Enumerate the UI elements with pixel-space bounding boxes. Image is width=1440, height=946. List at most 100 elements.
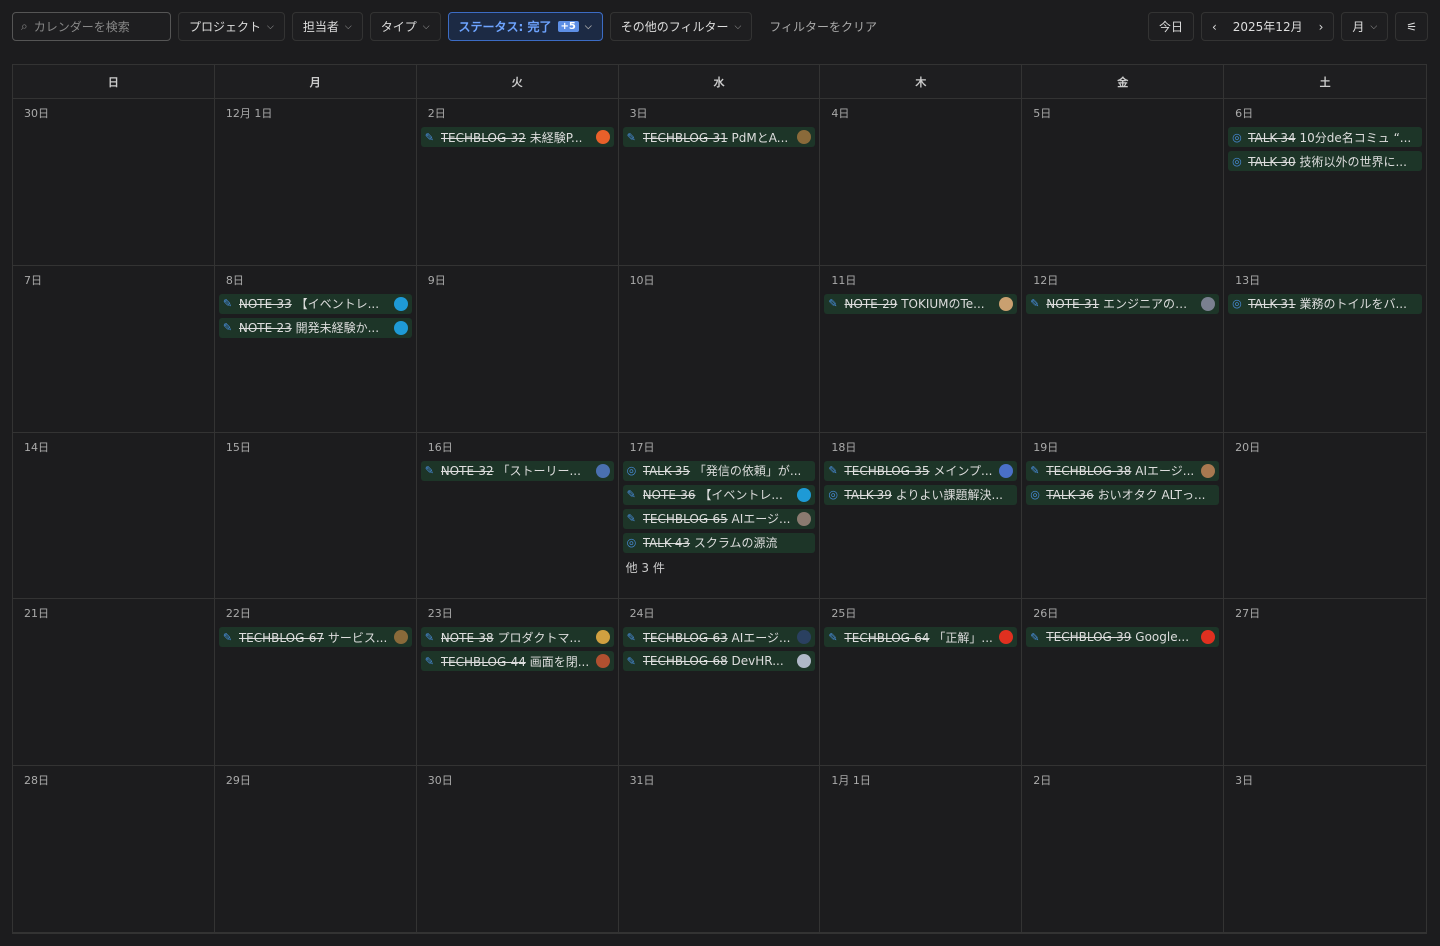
event-title: 「発信の依頼」が... xyxy=(693,464,802,479)
avatar xyxy=(797,654,812,669)
event-item[interactable]: ◎ TALK-35 「発信の依頼」が... xyxy=(622,460,816,481)
event-item[interactable]: ✎ TECHBLOG-64 「正解」... xyxy=(824,627,1018,648)
day-cell[interactable]: 23日 ✎ NOTE-38 プロダクトマ... ✎ TECHBLOG-44 画面を閉..… xyxy=(416,599,619,767)
day-cell[interactable]: 31日 xyxy=(618,766,821,933)
day-cell[interactable]: 5日 xyxy=(1022,99,1225,266)
day-cell[interactable]: 30日 xyxy=(416,766,619,933)
event-text: TALK-36 おいオタク ALTっ... xyxy=(1046,486,1215,503)
event-item[interactable]: ✎ NOTE-33 【イベントレ... xyxy=(218,293,412,314)
event-item[interactable]: ◎ TALK-39 よりよい課題解決... xyxy=(824,484,1018,505)
more-events-link[interactable]: 他 3 件 xyxy=(623,553,816,576)
day-cell[interactable]: 7日 xyxy=(13,265,215,433)
day-cell[interactable]: 6日 ◎ TALK-34 10分de名コミュ “... ◎ TALK-30 技術以外の世… xyxy=(1224,99,1426,266)
settings-button[interactable]: ⚟ xyxy=(1395,12,1428,41)
day-cell[interactable]: 17日 ◎ TALK-35 「発信の依頼」が... ✎ NOTE-36 【イベントレ..… xyxy=(618,432,821,600)
event-item[interactable]: ✎ NOTE-38 プロダクトマ... xyxy=(420,627,614,648)
event-text: TECHBLOG-38 AIエージ... xyxy=(1046,462,1197,479)
event-text: NOTE-38 プロダクトマ... xyxy=(441,629,592,646)
type-filter[interactable]: タイプ ⌵ xyxy=(369,12,441,41)
search-input[interactable]: ⌕ カレンダーを検索 xyxy=(12,12,171,41)
event-item[interactable]: ✎ TECHBLOG-68 DevHR... xyxy=(622,651,816,672)
event-item[interactable]: ✎ NOTE-29 TOKIUMのTe... xyxy=(824,293,1018,314)
day-label: 11日 xyxy=(831,273,857,287)
day-cell[interactable]: 24日 ✎ TECHBLOG-63 AIエージ... ✎ TECHBLOG-68 Dev… xyxy=(618,599,821,767)
day-cell[interactable]: 21日 xyxy=(13,599,215,767)
other-filters[interactable]: その他のフィルター ⌵ xyxy=(609,12,753,41)
pen-icon: ✎ xyxy=(626,512,636,526)
event-item[interactable]: ✎ TECHBLOG-31 PdMとA... xyxy=(622,127,816,147)
event-item[interactable]: ◎ TALK-43 スクラムの源流 xyxy=(622,532,816,553)
event-item[interactable]: ◎ TALK-31 業務のトイルをバ... xyxy=(1228,293,1422,314)
day-label: 21日 xyxy=(24,607,49,621)
event-item[interactable]: ◎ TALK-34 10分de名コミュ “... xyxy=(1228,127,1422,147)
day-cell[interactable]: 18日 ✎ TECHBLOG-35 メインプ... ◎ TALK-39 よりよい課題解決… xyxy=(820,432,1023,600)
today-button[interactable]: 今日 xyxy=(1147,12,1194,41)
day-cell[interactable]: 28日 xyxy=(13,766,215,933)
day-label: 17日 xyxy=(629,440,655,454)
event-item[interactable]: ✎ TECHBLOG-44 画面を閉... xyxy=(420,651,614,672)
view-selector[interactable]: 月 ⌵ xyxy=(1341,12,1389,41)
day-cell[interactable]: 3日 xyxy=(1224,766,1426,933)
day-cell[interactable]: 13日 ◎ TALK-31 業務のトイルをバ... xyxy=(1224,266,1426,433)
avatar xyxy=(999,630,1014,645)
day-cell[interactable]: 2日 xyxy=(1022,766,1225,933)
day-cell[interactable]: 10日 xyxy=(618,265,821,433)
day-cell[interactable]: 27日 xyxy=(1224,599,1426,767)
event-item[interactable]: ✎ TECHBLOG-65 AIエージ... xyxy=(622,508,816,529)
pen-icon: ✎ xyxy=(828,297,838,311)
event-item[interactable]: ✎ TECHBLOG-35 メインプ... xyxy=(824,460,1018,481)
day-cell[interactable]: 3日 ✎ TECHBLOG-31 PdMとA... xyxy=(618,99,821,266)
event-item[interactable]: ✎ TECHBLOG-67 サービス... xyxy=(218,627,412,648)
event-item[interactable]: ✎ TECHBLOG-63 AIエージ... xyxy=(622,627,816,648)
day-cell[interactable]: 11日 ✎ NOTE-29 TOKIUMのTe... xyxy=(820,265,1023,433)
event-item[interactable]: ✎ TECHBLOG-39 Google... xyxy=(1026,627,1220,648)
event-item[interactable]: ◎ TALK-30 技術以外の世界に... xyxy=(1228,151,1422,171)
day-cell[interactable]: 30日 xyxy=(13,99,215,266)
next-month-icon[interactable]: › xyxy=(1319,20,1324,34)
day-cell[interactable]: 20日 xyxy=(1224,433,1426,600)
weekday-header: 金 xyxy=(1022,65,1225,99)
day-cell[interactable]: 29日 xyxy=(214,766,417,933)
talk-icon: ◎ xyxy=(1232,297,1242,311)
event-item[interactable]: ✎ NOTE-32 「ストーリー... xyxy=(420,460,614,481)
day-cell[interactable]: 19日 ✎ TECHBLOG-38 AIエージ... ◎ TALK-36 おいオタク A… xyxy=(1022,432,1225,600)
day-cell[interactable]: 8日 ✎ NOTE-33 【イベントレ... ✎ NOTE-23 開発未経験か... xyxy=(214,265,417,433)
event-text: TECHBLOG-44 画面を閉... xyxy=(441,653,592,670)
avatar xyxy=(1201,630,1216,645)
event-title: よりよい課題解決... xyxy=(895,488,1003,503)
event-item[interactable]: ✎ NOTE-31 エンジニアの評... xyxy=(1026,293,1220,314)
day-cell[interactable]: 1月 1日 xyxy=(820,766,1023,933)
day-cell[interactable]: 12日 ✎ NOTE-31 エンジニアの評... xyxy=(1022,265,1225,433)
event-title: プロダクトマ... xyxy=(497,630,581,645)
avatar xyxy=(393,630,408,645)
event-id: TALK-36 xyxy=(1046,488,1094,503)
event-text: TALK-43 スクラムの源流 xyxy=(643,534,812,551)
event-item[interactable]: ✎ NOTE-23 開発未経験か... xyxy=(218,317,412,338)
day-cell[interactable]: 16日 ✎ NOTE-32 「ストーリー... xyxy=(416,432,619,600)
assignee-filter[interactable]: 担当者 ⌵ xyxy=(291,12,363,41)
day-cell[interactable]: 2日 ✎ TECHBLOG-32 未経験P... xyxy=(416,99,619,266)
event-item[interactable]: ✎ NOTE-36 【イベントレ... xyxy=(622,484,816,505)
pen-icon: ✎ xyxy=(828,464,838,478)
day-cell[interactable]: 26日 ✎ TECHBLOG-39 Google... xyxy=(1022,599,1225,767)
day-cell[interactable]: 15日 xyxy=(214,432,417,600)
event-item[interactable]: ✎ TECHBLOG-38 AIエージ... xyxy=(1026,460,1220,481)
day-cell[interactable]: 14日 xyxy=(13,432,215,600)
day-cell[interactable]: 22日 ✎ TECHBLOG-67 サービス... xyxy=(214,599,417,767)
event-text: TECHBLOG-39 Google... xyxy=(1046,630,1197,644)
project-filter[interactable]: プロジェクト ⌵ xyxy=(178,12,285,41)
weekday-header: 水 xyxy=(618,65,821,99)
event-item[interactable]: ✎ TECHBLOG-32 未経験P... xyxy=(420,127,614,147)
event-item[interactable]: ◎ TALK-36 おいオタク ALTっ... xyxy=(1026,484,1220,505)
day-cell[interactable]: 4日 xyxy=(820,99,1023,266)
day-cell[interactable]: 9日 xyxy=(416,265,619,433)
event-text: TECHBLOG-65 AIエージ... xyxy=(643,510,794,527)
day-label: 1月 1日 xyxy=(831,774,871,788)
day-cell[interactable]: 12月 1日 xyxy=(214,99,417,266)
clear-filters-button[interactable]: フィルターをクリア xyxy=(759,12,887,41)
day-cell[interactable]: 25日 ✎ TECHBLOG-64 「正解」... xyxy=(820,599,1023,767)
avatar xyxy=(999,296,1014,311)
prev-month-icon[interactable]: ‹ xyxy=(1212,20,1217,34)
day-label: 3日 xyxy=(629,107,648,120)
status-filter[interactable]: ステータス: 完了 +5 ⌵ xyxy=(447,12,603,41)
